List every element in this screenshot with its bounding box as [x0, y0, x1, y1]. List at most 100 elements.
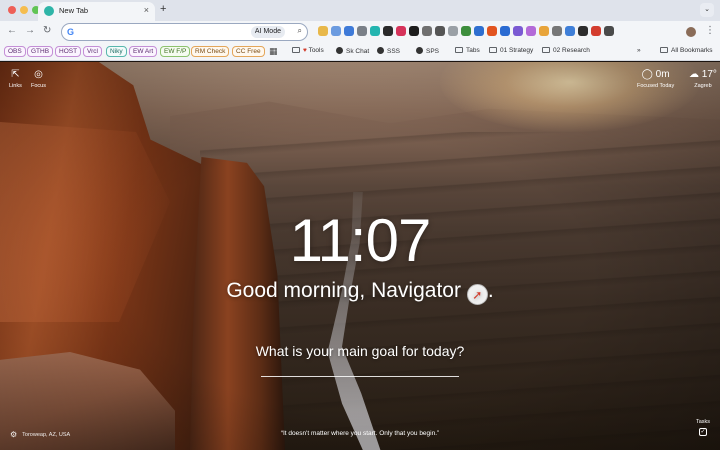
extension-icon[interactable] — [552, 26, 562, 36]
address-bar[interactable]: G AI Mode ⌕ — [61, 23, 308, 41]
tab-search-button[interactable]: ⌄ — [700, 3, 714, 17]
search-icon[interactable]: ⌕ — [298, 26, 302, 36]
site-icon — [377, 47, 384, 54]
extension-icon[interactable] — [578, 26, 588, 36]
extension-icon[interactable] — [500, 26, 510, 36]
clock: 11:07 — [289, 207, 432, 274]
bookmark-chip-vrcl[interactable]: Vrcl — [83, 46, 102, 57]
bookmark-chip-host[interactable]: HOST — [55, 46, 82, 57]
compass-icon: ➚ — [466, 284, 488, 305]
extension-icon[interactable] — [331, 26, 341, 36]
tab-close-icon[interactable]: × — [144, 5, 149, 15]
extension-icon[interactable] — [461, 26, 471, 36]
google-icon: G — [67, 27, 75, 37]
bookmark-label: Tabs — [466, 47, 480, 54]
extension-icon[interactable] — [487, 26, 497, 36]
bookmark-folder-tabs[interactable]: Tabs — [455, 47, 480, 54]
weather-temp: 17° — [701, 69, 717, 80]
extension-icon[interactable] — [513, 26, 523, 36]
folder-icon — [660, 47, 668, 53]
close-window-button[interactable] — [8, 6, 16, 14]
bookmark-chip-obs[interactable]: OBS — [4, 46, 26, 57]
apps-grid-icon[interactable]: ▦ — [269, 46, 278, 57]
tab-new-tab[interactable]: New Tab × — [38, 2, 155, 21]
extension-icon[interactable] — [591, 26, 601, 36]
checkbox-icon: ✓ — [699, 428, 707, 436]
daily-quote[interactable]: “It doesn't matter where you start. Only… — [0, 430, 720, 437]
bookmark-label: SPS — [426, 48, 440, 55]
bookmark-folder-01-strategy[interactable]: 01 Strategy — [489, 47, 533, 54]
bookmark-sss[interactable]: SSS — [377, 47, 400, 55]
focus-icon: ◎ — [34, 69, 43, 80]
bookmark-label: SSS — [387, 48, 401, 55]
folder-icon — [489, 47, 497, 53]
minimize-window-button[interactable] — [20, 6, 28, 14]
extension-icon[interactable] — [370, 26, 380, 36]
bookmark-folder-02-research[interactable]: 02 Research — [542, 47, 590, 54]
extension-icon[interactable] — [344, 26, 354, 36]
ai-mode-button[interactable]: AI Mode — [250, 26, 285, 38]
bookmark-chip-ew-fp[interactable]: EW F/P — [160, 46, 191, 57]
bookmark-chip-ew-art[interactable]: EW Art — [129, 46, 158, 57]
folder-icon — [542, 47, 550, 53]
bookmark-chip-gthb[interactable]: GTHB — [27, 46, 54, 57]
bookmark-label: 02 Research — [553, 47, 590, 54]
links-label: Links — [9, 83, 22, 89]
extension-icon[interactable] — [448, 26, 458, 36]
new-tab-dashboard: ⇱ Links ◎ Focus ◯ 0m Focused Today ☁ 17°… — [0, 62, 720, 450]
weather-widget[interactable]: ☁ 17° Zagreb — [689, 69, 717, 89]
bookmark-label: All Bookmarks — [671, 47, 713, 54]
bookmark-folder-tools[interactable]: ♥ Tools — [292, 47, 324, 54]
bookmark-sps[interactable]: SPS — [416, 47, 439, 55]
browser-menu-icon[interactable]: ⋮ — [705, 25, 715, 36]
all-bookmarks-button[interactable]: All Bookmarks — [660, 47, 713, 54]
bookmark-chip-cc-free[interactable]: CC Free — [232, 46, 265, 57]
greeting-text: Good morning, Navigator — [226, 279, 461, 302]
folder-icon — [292, 47, 300, 53]
greeting: Good morning, Navigator ➚. — [0, 279, 720, 305]
tasks-label: Tasks — [695, 419, 711, 425]
folder-icon — [455, 47, 463, 53]
focused-today-label: Focused Today — [637, 83, 675, 89]
forward-button[interactable]: → — [25, 25, 35, 36]
new-tab-button[interactable]: + — [160, 3, 166, 15]
extension-icon[interactable] — [318, 26, 328, 36]
extension-icon[interactable] — [357, 26, 367, 36]
external-link-icon: ⇱ — [11, 69, 20, 80]
momentum-favicon-icon — [44, 6, 54, 16]
focus-button[interactable]: ◎ Focus — [31, 69, 46, 90]
reload-button[interactable]: ↻ — [43, 25, 51, 36]
tab-strip: New Tab × + ⌄ — [0, 0, 720, 21]
extension-icon[interactable] — [383, 26, 393, 36]
site-icon — [416, 47, 423, 54]
main-goal-input[interactable] — [261, 359, 459, 376]
extension-icon[interactable] — [526, 26, 536, 36]
weather-city: Zagreb — [694, 83, 712, 89]
extension-icon[interactable] — [396, 26, 406, 36]
main-goal-question: What is your main goal for today? — [255, 343, 465, 359]
extensions-strip — [318, 26, 614, 36]
bookmark-chip-niky[interactable]: Niky — [106, 46, 127, 57]
extension-icon[interactable] — [539, 26, 549, 36]
bookmark-label: 01 Strategy — [500, 47, 534, 54]
site-icon — [336, 47, 343, 54]
back-button[interactable]: ← — [7, 25, 17, 36]
profile-avatar[interactable] — [686, 27, 696, 37]
bookmark-label: Sk Chat — [346, 48, 370, 55]
tasks-button[interactable]: Tasks ✓ — [693, 419, 713, 436]
timer-icon: ◯ — [641, 69, 653, 80]
links-button[interactable]: ⇱ Links — [9, 69, 22, 90]
extension-icon[interactable] — [474, 26, 484, 36]
focused-today-value: 0m — [655, 69, 670, 80]
greeting-period: . — [487, 279, 494, 302]
puzzle-extensions-icon[interactable] — [604, 26, 614, 36]
extension-icon[interactable] — [565, 26, 575, 36]
focused-today-widget[interactable]: ◯ 0m Focused Today — [637, 69, 674, 89]
bookmarks-overflow-button[interactable]: » — [637, 47, 641, 54]
bookmark-chip-rm-check[interactable]: RM Check — [191, 46, 230, 57]
browser-toolbar: ← → ↻ G AI Mode ⌕ ⋮ — [0, 21, 720, 43]
bookmark-sk-chat[interactable]: Sk Chat — [336, 47, 369, 55]
extension-icon[interactable] — [422, 26, 432, 36]
extension-icon[interactable] — [435, 26, 445, 36]
extension-icon[interactable] — [409, 26, 419, 36]
